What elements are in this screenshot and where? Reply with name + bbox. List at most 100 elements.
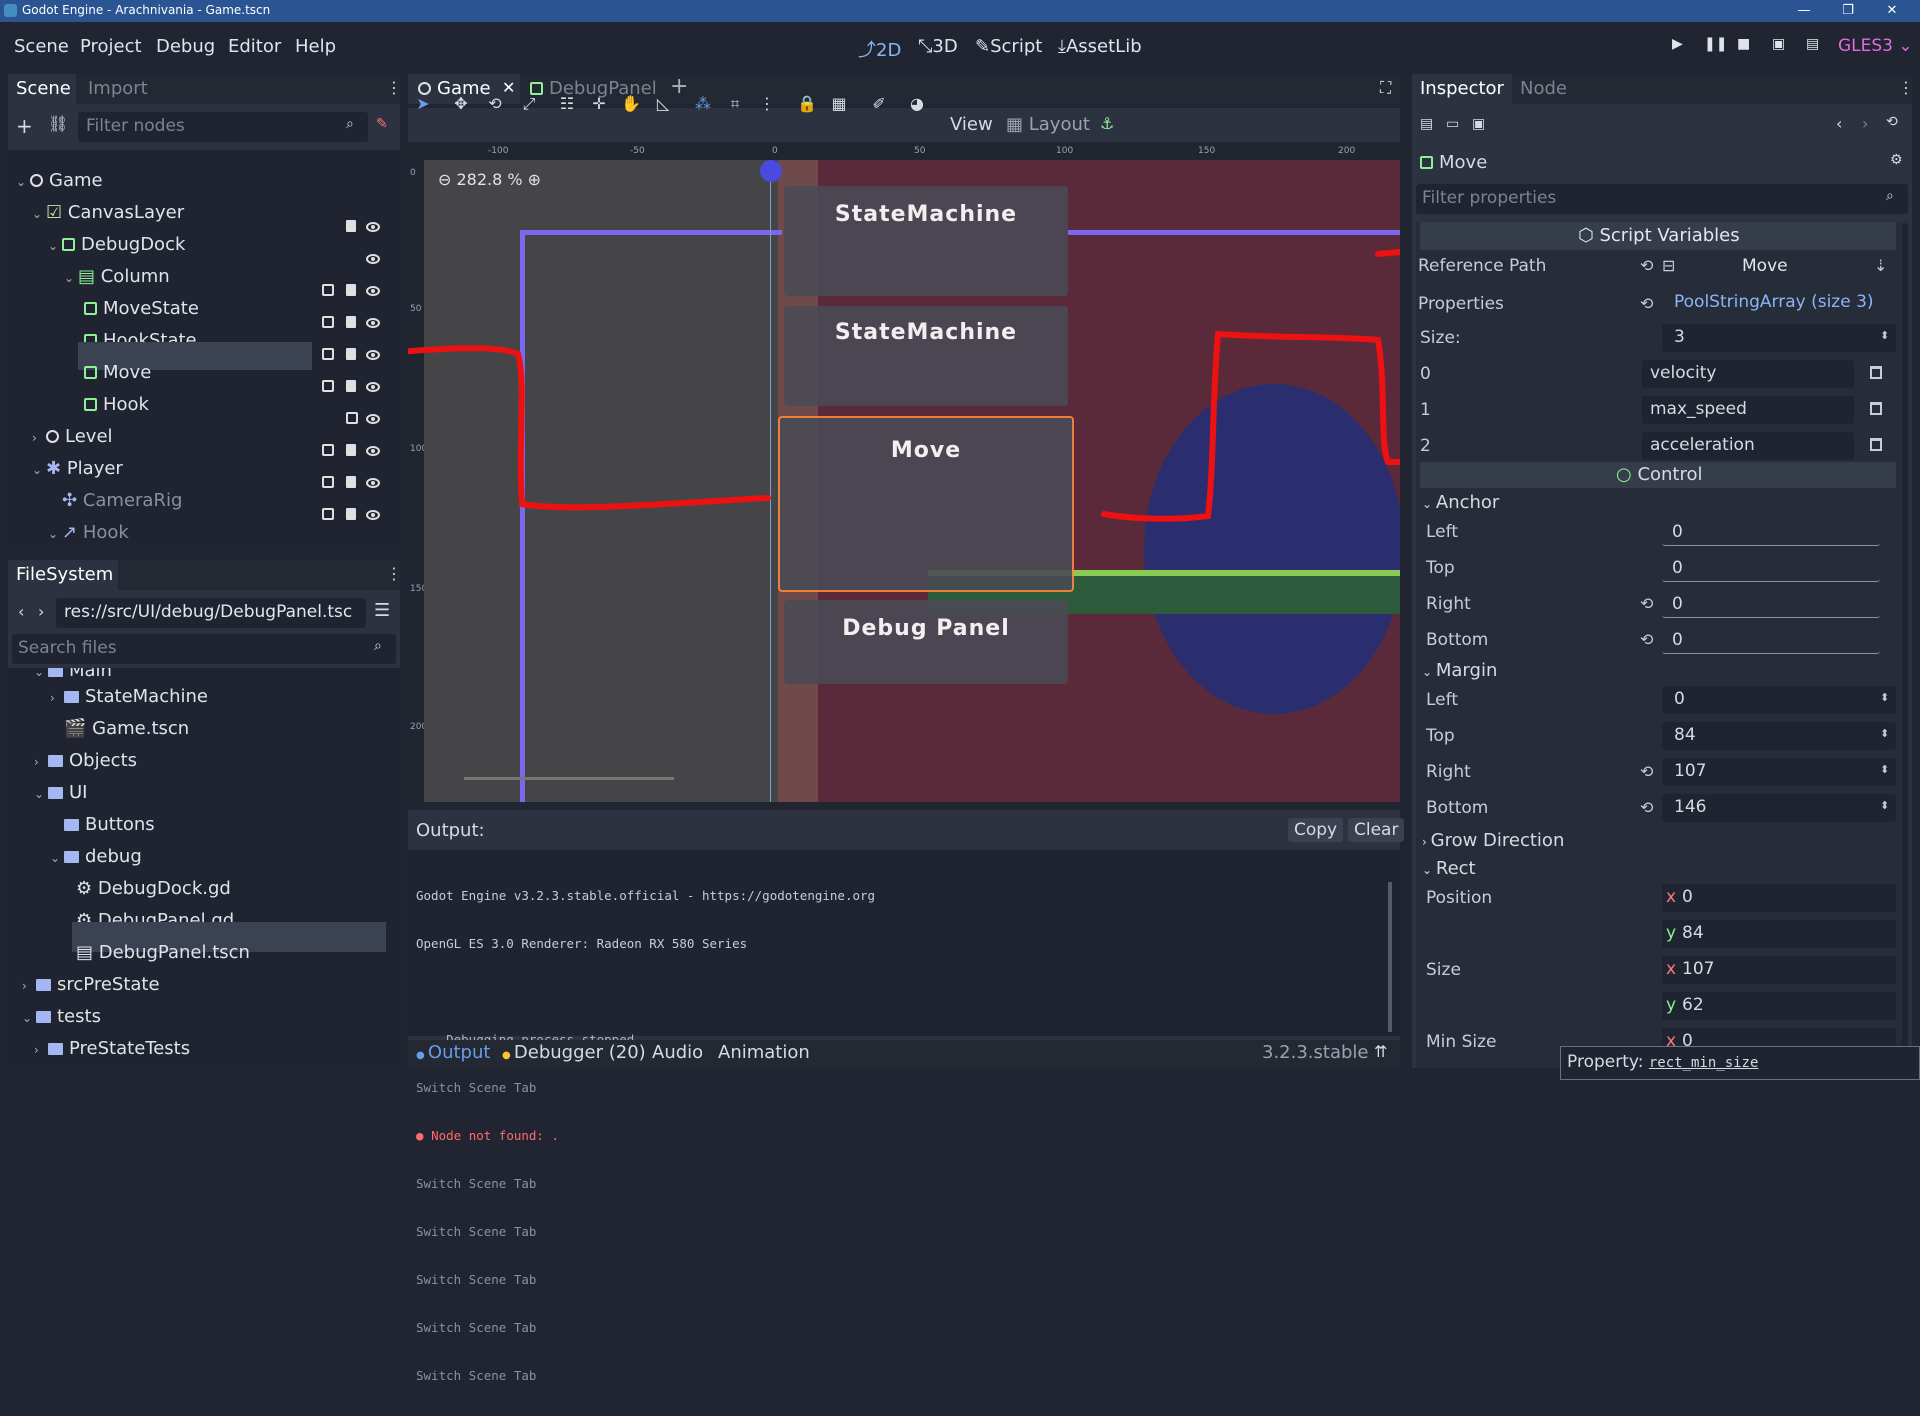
smart-snap-icon[interactable]: ⁂ — [692, 93, 714, 115]
fs-folder-buttons[interactable]: Buttons — [64, 810, 155, 840]
list-select-icon[interactable]: ☷ — [556, 93, 578, 115]
visibility-eye-icon[interactable] — [366, 382, 380, 392]
spinner-arrows-icon[interactable]: ⬍ — [1880, 329, 1889, 342]
anchor-right-field[interactable]: 0 — [1662, 592, 1880, 618]
anchor-group[interactable]: ⌄ Anchor — [1422, 492, 1499, 513]
visibility-eye-icon[interactable] — [366, 414, 380, 424]
filter-properties-input[interactable]: Filter properties ⌕ — [1416, 184, 1908, 214]
close-button[interactable]: ✕ — [1872, 0, 1912, 22]
margin-right-field[interactable]: 107 ⬍ — [1662, 758, 1896, 786]
revert-icon[interactable]: ⟲ — [1640, 630, 1653, 649]
fs-folder-ui[interactable]: ⌄ UI — [34, 778, 87, 808]
rotate-tool-icon[interactable]: ⟲ — [484, 93, 506, 115]
fs-file-debugpanel-tscn[interactable]: ▤ DebugPanel.tscn — [76, 938, 250, 968]
menu-help[interactable]: Help — [295, 36, 336, 57]
path-field[interactable]: res://src/UI/debug/DebugPanel.tsc — [56, 598, 366, 628]
select-tool-icon[interactable]: ➤ — [412, 93, 434, 115]
margin-group[interactable]: ⌄ Margin — [1422, 660, 1497, 681]
minimize-button[interactable]: — — [1784, 0, 1824, 22]
dock-menu-icon[interactable]: ⋮ — [1898, 78, 1912, 97]
revert-icon[interactable]: ⟲ — [1640, 594, 1653, 613]
canvas-viewport[interactable]: -100 -50 0 50 100 150 200 0 50 100 150 2… — [408, 144, 1400, 802]
tree-node-hook-player[interactable]: ⌄ ↗ Hook — [48, 518, 129, 548]
anchor-icon[interactable]: ⚓ — [1100, 114, 1114, 133]
group-icon[interactable]: ▦ — [828, 93, 850, 115]
menu-debug[interactable]: Debug — [156, 36, 215, 57]
move-tool-icon[interactable]: ✥ — [450, 93, 472, 115]
play-scene-icon[interactable]: ▣ — [1772, 36, 1785, 52]
clear-path-icon[interactable]: ⇣ — [1874, 256, 1887, 275]
grid-snap-icon[interactable]: ⌗ — [724, 93, 746, 115]
array-element-field[interactable]: acceleration — [1642, 432, 1854, 460]
search-files-input[interactable]: Search files ⌕ — [12, 634, 396, 664]
script-icon[interactable] — [346, 220, 356, 232]
bottom-tab-output[interactable]: ● Output — [416, 1042, 490, 1063]
h-scrollbar[interactable] — [464, 777, 674, 780]
spinner-arrows-icon[interactable]: ⬍ — [1880, 727, 1889, 740]
instance-icon[interactable] — [322, 284, 334, 296]
tree-node-debugdock[interactable]: ⌄ DebugDock — [48, 230, 185, 260]
reference-path-value[interactable]: Move — [1742, 256, 1788, 276]
instance-icon[interactable] — [322, 348, 334, 360]
script-icon[interactable] — [346, 348, 356, 360]
play-icon[interactable]: ▶ — [1672, 36, 1683, 52]
add-node-icon[interactable]: + — [16, 114, 33, 138]
array-element-field[interactable]: max_speed — [1642, 396, 1854, 424]
snap-options-icon[interactable]: ⋮ — [756, 93, 778, 115]
visibility-eye-icon[interactable] — [366, 254, 380, 264]
maximize-button[interactable]: ❐ — [1828, 0, 1868, 22]
script-icon[interactable] — [346, 508, 356, 520]
bone-icon[interactable]: ✐ — [868, 93, 890, 115]
position-y-field[interactable]: y 84 — [1662, 920, 1896, 948]
instance-icon[interactable] — [322, 508, 334, 520]
distraction-free-icon[interactable]: ⛶ — [1380, 78, 1391, 98]
menu-project[interactable]: Project — [80, 36, 142, 57]
menu-editor[interactable]: Editor — [228, 36, 281, 57]
margin-top-field[interactable]: 84 ⬍ — [1662, 722, 1896, 750]
script-icon[interactable] — [346, 380, 356, 392]
margin-bottom-field[interactable]: 146 ⬍ — [1662, 794, 1896, 822]
grow-direction-group[interactable]: › Grow Direction — [1422, 830, 1564, 851]
script-icon[interactable] — [346, 316, 356, 328]
renderer-select[interactable]: GLES3 ⌄ — [1838, 36, 1913, 56]
bottom-tab-debugger[interactable]: ● Debugger (20) — [502, 1042, 646, 1063]
split-view-icon[interactable]: ☰ — [374, 600, 390, 621]
visibility-eye-icon[interactable] — [366, 510, 380, 520]
mode-assetlib-button[interactable]: ⤓AssetLib — [1058, 36, 1142, 57]
visibility-eye-icon[interactable] — [366, 286, 380, 296]
instance-icon[interactable] — [346, 412, 358, 424]
back-arrow-icon[interactable]: ‹ — [18, 602, 24, 621]
save-icon[interactable]: ▣ — [1472, 116, 1485, 132]
instance-icon[interactable] — [322, 316, 334, 328]
script-clear-icon[interactable]: ✎ — [376, 116, 388, 132]
fs-file-debugdock-gd[interactable]: ⚙ DebugDock.gd — [76, 874, 231, 904]
spinner-arrows-icon[interactable]: ⬍ — [1880, 799, 1889, 812]
script-icon[interactable] — [346, 284, 356, 296]
fs-file-game-tscn[interactable]: 🎬 Game.tscn — [64, 714, 189, 744]
dock-menu-icon[interactable]: ⋮ — [386, 564, 402, 583]
ruler-tool-icon[interactable]: ◺ — [652, 93, 674, 115]
script-icon[interactable] — [346, 444, 356, 456]
clear-button[interactable]: Clear — [1348, 818, 1405, 842]
pivot-tool-icon[interactable]: ✛ — [588, 93, 610, 115]
revert-icon[interactable]: ⟲ — [1640, 762, 1653, 781]
margin-left-field[interactable]: 0 ⬍ — [1662, 686, 1896, 714]
anchor-left-field[interactable]: 0 — [1662, 520, 1880, 546]
filter-nodes-input[interactable]: Filter nodes ⌕ — [78, 112, 368, 142]
size-spinbox[interactable]: 3 ⬍ — [1662, 324, 1896, 352]
inspector-scrollbar[interactable] — [1902, 224, 1908, 1054]
menu-scene[interactable]: Scene — [14, 36, 69, 57]
visibility-eye-icon[interactable] — [366, 222, 380, 232]
trash-icon[interactable] — [1870, 366, 1882, 379]
dock-menu-icon[interactable]: ⋮ — [386, 78, 402, 97]
tab-filesystem[interactable]: FileSystem — [16, 564, 113, 585]
anchor-bottom-field[interactable]: 0 — [1662, 628, 1880, 654]
tree-node-game[interactable]: ⌄ Game — [16, 166, 103, 196]
visibility-eye-icon[interactable] — [366, 478, 380, 488]
fs-folder-debug[interactable]: ⌄ debug — [50, 842, 142, 872]
pan-tool-icon[interactable]: ✋ — [620, 93, 642, 115]
tree-node-camerarig[interactable]: ✣ CameraRig — [62, 486, 182, 516]
fs-folder-statemachine[interactable]: › StateMachine — [50, 682, 208, 712]
log-scrollbar[interactable] — [1388, 882, 1392, 1032]
mode-2d-button[interactable]: ⤴2D — [858, 36, 901, 62]
